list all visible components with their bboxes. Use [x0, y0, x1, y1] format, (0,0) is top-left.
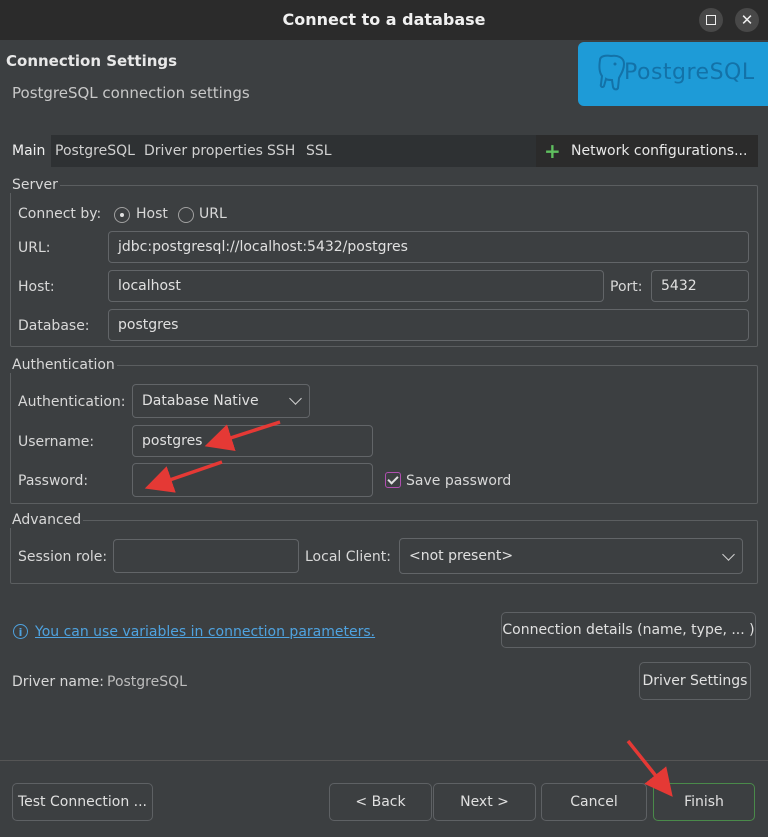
maximize-icon[interactable] [699, 8, 723, 32]
plus-icon: + [544, 139, 561, 163]
url-radio[interactable] [178, 207, 194, 223]
session-role-field[interactable] [113, 539, 299, 573]
header-title: Connection Settings [6, 52, 178, 70]
local-client-select-value: <not present> [409, 548, 514, 564]
logo-text: PostgreSQL [624, 60, 755, 85]
tab-ssl[interactable]: SSL [306, 135, 332, 167]
info-icon: i [13, 624, 28, 639]
authentication-group-label: Authentication [10, 357, 117, 373]
back-button[interactable]: < Back [329, 783, 432, 821]
port-label: Port: [610, 279, 643, 295]
host-radio[interactable] [114, 207, 130, 223]
save-password-label[interactable]: Save password [406, 473, 511, 489]
local-client-select[interactable]: <not present> [399, 538, 743, 574]
authentication-label: Authentication: [18, 394, 126, 410]
host-option-label[interactable]: Host [136, 206, 168, 222]
tab-main[interactable]: Main [6, 135, 52, 167]
finish-button[interactable]: Finish [653, 783, 755, 821]
url-label: URL: [18, 240, 51, 256]
window-title: Connect to a database [282, 10, 486, 29]
server-group-label: Server [10, 177, 60, 193]
password-field[interactable] [132, 463, 373, 497]
finish-arrow [626, 739, 673, 797]
tab-bar: Main PostgreSQL Driver properties SSH SS… [6, 135, 758, 167]
tab-ssh[interactable]: SSH [267, 135, 295, 167]
chevron-down-icon [289, 392, 302, 405]
chevron-down-icon [722, 548, 735, 561]
host-field[interactable]: localhost [108, 270, 604, 302]
url-field[interactable]: jdbc:postgresql://localhost:5432/postgre… [108, 231, 749, 263]
connection-details-button[interactable]: Connection details (name, type, ... ) [501, 612, 756, 648]
driver-name-label: Driver name: [12, 674, 104, 690]
network-configurations-label: Network configurations... [571, 143, 748, 159]
elephant-icon [598, 54, 626, 91]
database-field[interactable]: postgres [108, 309, 749, 341]
close-icon[interactable]: ✕ [735, 8, 759, 32]
password-label: Password: [18, 473, 89, 489]
session-role-label: Session role: [18, 549, 108, 565]
cancel-button[interactable]: Cancel [541, 783, 647, 821]
authentication-select[interactable]: Database Native [132, 384, 310, 418]
port-field[interactable]: 5432 [651, 270, 749, 302]
title-bar: Connect to a database ✕ [0, 0, 768, 40]
header-subtitle: PostgreSQL connection settings [12, 84, 250, 102]
save-password-checkbox[interactable] [385, 472, 401, 488]
url-option-label[interactable]: URL [199, 206, 227, 222]
username-label: Username: [18, 434, 95, 450]
authentication-group [10, 365, 758, 504]
tab-postgresql[interactable]: PostgreSQL [55, 135, 135, 167]
authentication-select-value: Database Native [142, 393, 259, 409]
dialog-header: Connection Settings PostgreSQL connectio… [0, 40, 768, 128]
tab-driver-properties[interactable]: Driver properties [144, 135, 263, 167]
host-label: Host: [18, 279, 55, 295]
username-field[interactable]: postgres [132, 425, 373, 457]
driver-name-value: PostgreSQL [107, 674, 187, 690]
connect-by-label: Connect by: [18, 206, 102, 222]
database-label: Database: [18, 318, 90, 334]
test-connection-button[interactable]: Test Connection ... [12, 783, 153, 821]
driver-settings-button[interactable]: Driver Settings [639, 662, 751, 700]
advanced-group-label: Advanced [10, 512, 84, 528]
local-client-label: Local Client: [305, 549, 391, 565]
footer-divider [0, 760, 768, 761]
postgresql-logo: PostgreSQL [578, 42, 768, 106]
next-button[interactable]: Next > [433, 783, 536, 821]
variables-help-link[interactable]: You can use variables in connection para… [35, 624, 375, 640]
network-configurations-button[interactable]: + Network configurations... [536, 135, 758, 167]
